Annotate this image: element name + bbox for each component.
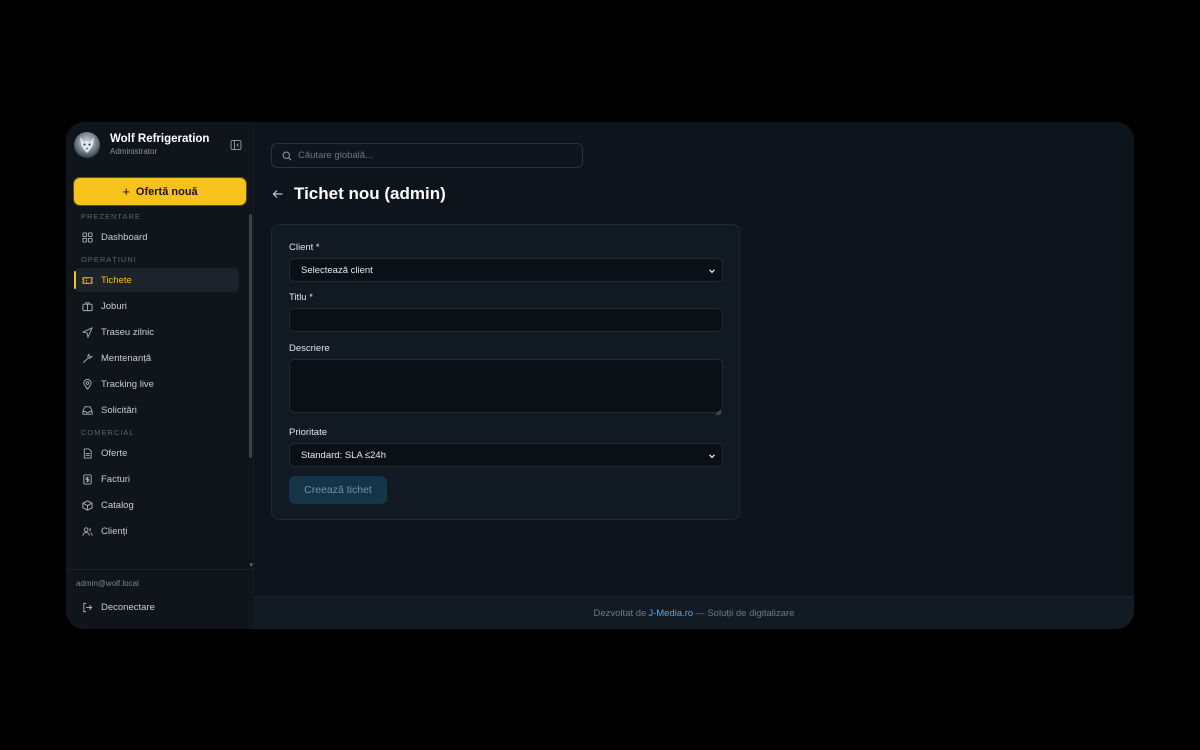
sidebar-item-oferte[interactable]: Oferte — [74, 441, 239, 465]
sidebar-item-tracking-live[interactable]: Tracking live — [74, 372, 239, 396]
navigation-icon — [82, 326, 93, 338]
app-window: Wolf Refrigeration Administrator + Ofert… — [66, 122, 1134, 629]
sidebar-item-label: Clienți — [101, 525, 128, 537]
map-pin-icon — [83, 378, 92, 390]
search-icon — [282, 151, 292, 161]
user-email: admin@wolf.local — [76, 579, 139, 588]
chevron-down-icon — [709, 269, 715, 274]
users-icon — [82, 526, 93, 536]
nav-section-label: PREZENTARE — [81, 212, 141, 221]
client-select[interactable]: Selectează client — [289, 258, 723, 282]
description-textarea[interactable] — [289, 359, 723, 413]
global-search[interactable] — [271, 143, 583, 168]
logout-label: Deconectare — [101, 601, 155, 613]
sidebar-item-label: Oferte — [101, 447, 128, 459]
ticket-icon — [82, 276, 93, 284]
nav-section-label: OPERAȚIUNI — [81, 255, 137, 264]
footer-suffix: — Soluții de digitalizare — [695, 607, 795, 619]
search-input[interactable] — [298, 150, 568, 161]
inbox-icon — [82, 405, 93, 415]
page-header: Tichet nou (admin) — [272, 184, 446, 204]
new-offer-button[interactable]: + Ofertă nouă — [74, 178, 246, 205]
sidebar-item-label: Catalog — [101, 499, 134, 511]
brand-role: Administrator — [110, 147, 158, 156]
new-offer-label: Ofertă nouă — [135, 185, 198, 198]
sidebar-item-label: Facturi — [101, 473, 131, 485]
sidebar: Wolf Refrigeration Administrator + Ofert… — [66, 122, 254, 629]
sidebar-item-label: Solicitări — [101, 404, 137, 416]
resize-grip-icon[interactable] — [715, 409, 721, 415]
create-ticket-button[interactable]: Creează tichet — [289, 476, 387, 504]
sidebar-item-label: Tracking live — [101, 378, 154, 390]
priority-select[interactable]: Standard: SLA ≤24h — [289, 443, 723, 467]
footer-prefix: Dezvoltat de — [593, 607, 647, 619]
briefcase-icon — [82, 301, 93, 311]
sidebar-item-label: Traseu zilnic — [101, 326, 154, 338]
sidebar-item-facturi[interactable]: Facturi — [74, 467, 239, 491]
nav-section-label: COMERCIAL — [81, 428, 135, 437]
brand-header: Wolf Refrigeration Administrator — [74, 130, 246, 160]
client-label: Client * — [289, 242, 320, 253]
sidebar-item-clienti[interactable]: Clienți — [74, 519, 239, 543]
title-input[interactable] — [289, 308, 723, 332]
sidebar-item-label: Dashboard — [101, 231, 148, 243]
sidebar-item-label: Mentenanță — [101, 352, 152, 364]
sidebar-item-catalog[interactable]: Catalog — [74, 493, 239, 517]
plus-icon: + — [122, 184, 130, 199]
file-text-icon — [83, 447, 92, 459]
main-content: Tichet nou (admin) Client * Selectează c… — [254, 122, 1134, 629]
sidebar-item-label: Tichete — [101, 274, 132, 286]
wolf-logo-icon — [74, 132, 100, 158]
ticket-form: Client * Selectează client Titlu * Descr… — [271, 224, 740, 520]
package-icon — [82, 499, 93, 511]
back-arrow-icon[interactable] — [272, 188, 284, 200]
sidebar-nav: PREZENTARE Dashboard OPERAȚIUNI Tichete — [66, 210, 254, 545]
logout-button[interactable]: Deconectare — [74, 596, 244, 618]
description-label: Descriere — [289, 343, 330, 354]
sidebar-footer: admin@wolf.local Deconectare — [66, 569, 254, 629]
footer: Dezvoltat de J-Media.ro — Soluții de dig… — [254, 596, 1134, 629]
logout-icon — [83, 602, 93, 612]
footer-brand-link[interactable]: J-Media.ro — [648, 608, 693, 619]
sidebar-item-label: Joburi — [101, 300, 127, 312]
title-label: Titlu * — [289, 292, 313, 303]
grid-icon — [82, 231, 93, 243]
receipt-icon — [83, 473, 92, 485]
sidebar-item-solicitari[interactable]: Solicitări — [74, 398, 239, 422]
sidebar-item-tichete[interactable]: Tichete — [74, 268, 239, 292]
client-select-value: Selectează client — [301, 264, 373, 276]
chevron-down-icon — [709, 454, 715, 459]
priority-select-value: Standard: SLA ≤24h — [301, 449, 386, 461]
page-title: Tichet nou (admin) — [294, 184, 446, 203]
wrench-icon — [83, 352, 93, 363]
brand-name: Wolf Refrigeration — [110, 133, 210, 145]
sidebar-item-mentenanta[interactable]: Mentenanță — [74, 346, 239, 370]
sidebar-scrollbar[interactable] — [249, 214, 252, 458]
sidebar-item-joburi[interactable]: Joburi — [74, 294, 239, 318]
scroll-down-arrow-icon[interactable]: ▾ — [249, 562, 253, 569]
sidebar-item-traseu-zilnic[interactable]: Traseu zilnic — [74, 320, 239, 344]
priority-label: Prioritate — [289, 427, 328, 438]
collapse-sidebar-icon[interactable] — [230, 139, 242, 151]
sidebar-item-dashboard[interactable]: Dashboard — [74, 225, 239, 249]
